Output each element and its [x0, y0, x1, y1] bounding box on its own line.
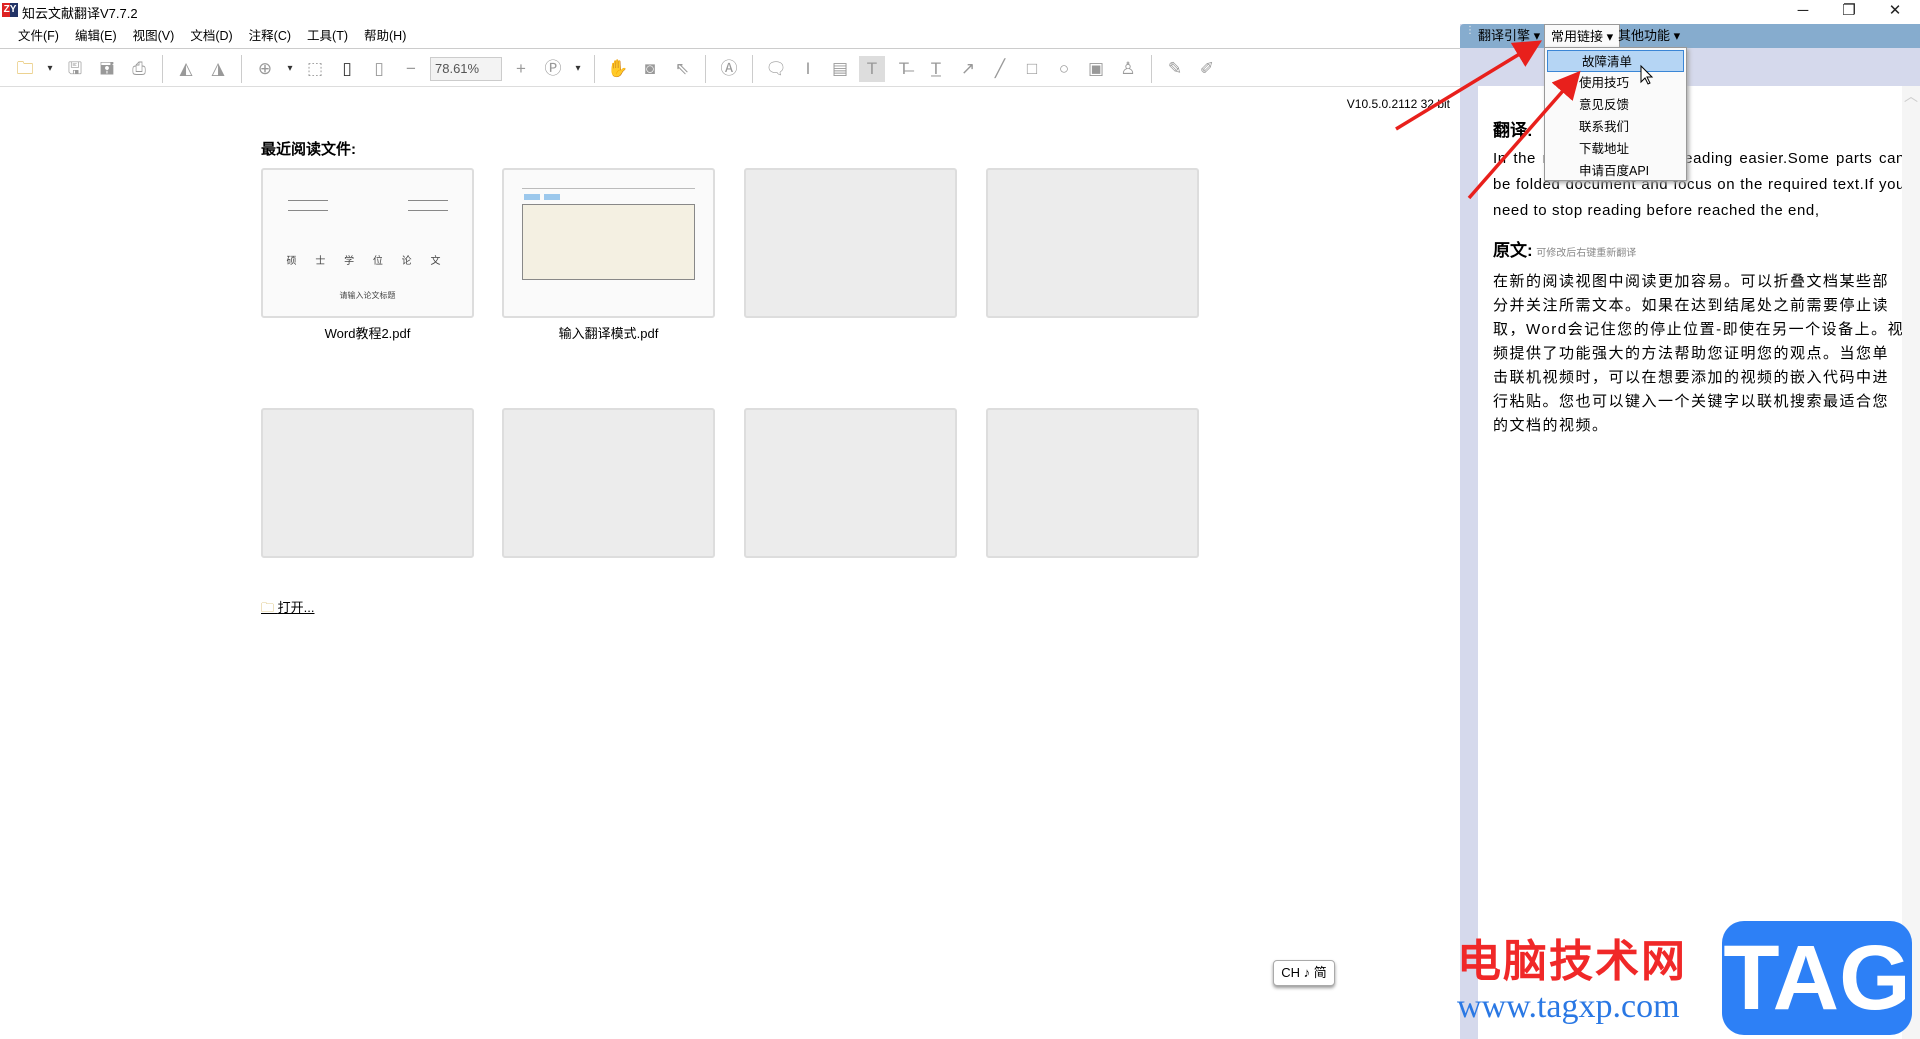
watermark-text: 电脑技术网 [1457, 937, 1687, 986]
watermark-tag-logo: TAG [1722, 921, 1912, 1035]
annotation-arrow [1467, 70, 1581, 200]
annotation-overlay [1395, 40, 1654, 200]
watermark-url: www.tagxp.com [1457, 988, 1680, 1025]
mouse-cursor-icon [1640, 64, 1654, 85]
annotation-arrow [1395, 40, 1542, 131]
